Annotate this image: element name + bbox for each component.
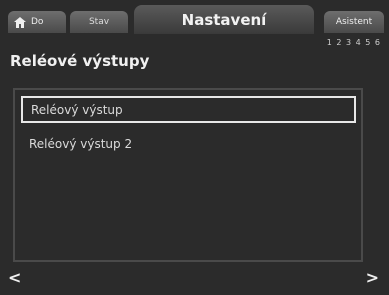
list-item-label: Reléový výstup [31,102,123,117]
tab-assist[interactable]: Asistent [324,11,384,33]
pager-info: 1 2 3 4 5 6 [326,38,381,47]
list-item-relay-output-2[interactable]: Reléový výstup 2 [21,130,356,157]
page-title: Reléové výstupy [10,52,150,70]
home-icon [14,16,26,28]
tab-assist-label: Asistent [335,17,373,27]
list-item-relay-output-1[interactable]: Reléový výstup [21,96,356,123]
tab-settings[interactable]: Nastavení [134,5,314,34]
tab-status[interactable]: Stav [70,11,128,33]
back-arrow-icon[interactable]: < [8,268,21,287]
top-tab-bar: Do Stav Nastavení Asistent [0,0,389,34]
tab-home-label: Do [31,17,44,27]
tab-settings-label: Nastavení [181,10,267,29]
list-item-label: Reléový výstup 2 [29,136,133,151]
forward-arrow-icon[interactable]: > [366,268,379,287]
tab-status-label: Stav [88,17,110,27]
tab-home[interactable]: Do [8,11,66,33]
relay-output-list: Reléový výstup Reléový výstup 2 [13,88,363,262]
